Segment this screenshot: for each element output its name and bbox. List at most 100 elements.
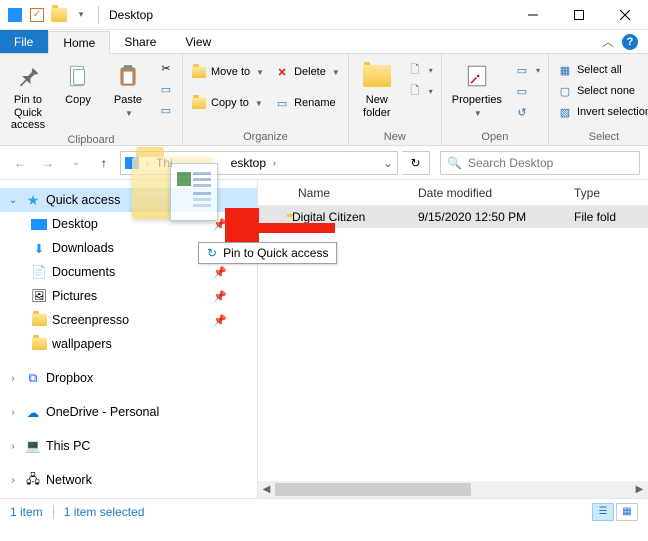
cell-type: File fold [564,210,648,224]
address-bar[interactable]: › Thi xxxxxxx esktop › ⌄ [120,151,398,175]
easy-access-button[interactable]: 🗋▾ [403,81,437,101]
details-view-button[interactable]: ☰ [592,503,614,521]
address-seg-desktop[interactable]: esktop [227,152,270,174]
expand-icon[interactable]: › [6,407,20,418]
folder-icon [30,312,48,328]
new-folder-button[interactable]: New folder [353,56,401,119]
tree-wallpapers[interactable]: wallpapers [0,332,257,356]
new-item-button[interactable]: 🗋▾ [403,60,437,80]
paste-shortcut-button[interactable]: ▭ [154,100,178,120]
expand-icon[interactable]: ⌄ [6,195,20,206]
move-to-icon [191,64,207,80]
tree-screenpresso[interactable]: Screenpresso 📌 [0,308,257,332]
move-to-button[interactable]: Move to▼ [187,62,268,82]
file-row[interactable]: Digital Citizen 9/15/2020 12:50 PM File … [258,206,648,228]
tab-home[interactable]: Home [48,31,110,54]
history-button[interactable]: ↺ [510,102,544,122]
edit-icon: ▭ [514,83,530,99]
tree-desktop[interactable]: Desktop 📌 [0,212,257,236]
content-pane[interactable]: Name Date modified Type Digital Citizen … [258,180,648,498]
horizontal-scrollbar[interactable]: ◀ ▶ [258,481,648,498]
documents-icon: 📄 [30,264,48,280]
copy-button[interactable]: Copy [54,56,102,107]
recent-dropdown[interactable]: ⌄ [64,151,88,175]
onedrive-icon: ☁ [24,404,42,420]
back-button[interactable]: ← [8,151,32,175]
invert-selection-button[interactable]: ▧Invert selection [553,102,648,122]
tree-onedrive[interactable]: › ☁ OneDrive - Personal [0,400,257,424]
collapse-ribbon-icon[interactable]: ︿ [602,33,614,50]
pinned-icon: 📌 [213,314,227,327]
qat-folder-icon[interactable] [50,6,68,24]
group-clipboard: Pin to Quick access Copy Paste ▼ ✂ ▭ ▭ C… [0,54,183,145]
ribbon: Pin to Quick access Copy Paste ▼ ✂ ▭ ▭ C… [0,54,648,146]
search-box[interactable]: 🔍 Search Desktop [440,151,640,175]
maximize-button[interactable] [556,0,602,30]
quick-access-toolbar: ✓ ▾ Desktop [0,6,159,24]
select-none-button[interactable]: ▢Select none [553,81,648,101]
cut-button[interactable]: ✂ [154,58,178,78]
address-seg-thispc[interactable]: Thi [152,152,177,174]
expand-icon[interactable]: › [6,373,20,384]
forward-button[interactable]: → [36,151,60,175]
tree-pictures[interactable]: 🖼 Pictures 📌 [0,284,257,308]
invert-selection-icon: ▧ [557,104,573,120]
window-controls [510,0,648,30]
desktop-icon [30,216,48,232]
tree-network[interactable]: › 🖧 Network [0,468,257,492]
close-button[interactable] [602,0,648,30]
edit-button[interactable]: ▭ [510,81,544,101]
delete-button[interactable]: ✕ Delete▼ [270,62,344,82]
group-clipboard-label: Clipboard [4,132,178,148]
paste-label: Paste [114,94,142,107]
chevron-right-icon[interactable]: › [143,158,152,168]
group-organize-label: Organize [187,129,344,145]
tab-view[interactable]: View [171,30,226,53]
link-icon: ↻ [207,246,217,260]
search-placeholder: Search Desktop [468,156,553,170]
nav-row: ← → ⌄ ↑ › Thi xxxxxxx esktop › ⌄ ↻ 🔍 Sea… [0,146,648,180]
divider [53,505,54,519]
tree-quick-access[interactable]: ⌄ ★ Quick access [0,188,257,212]
open-button[interactable]: ▭▾ [510,60,544,80]
scroll-track[interactable] [275,481,631,498]
thumbnails-view-button[interactable]: ▦ [616,503,638,521]
tab-share[interactable]: Share [110,30,171,53]
expand-icon[interactable]: › [6,441,20,452]
main-area: ⌄ ★ Quick access Desktop 📌 ⬇ Downloads 📌… [0,180,648,498]
scroll-left-button[interactable]: ◀ [258,481,275,498]
paste-button[interactable]: Paste ▼ [104,56,152,118]
new-item-icon: 🗋 [407,62,423,78]
help-icon[interactable]: ? [622,34,638,50]
pin-to-quick-access-button[interactable]: Pin to Quick access [4,56,52,132]
column-name[interactable]: Name [258,186,408,200]
qat-dropdown-icon[interactable]: ▾ [72,6,90,24]
navigation-pane[interactable]: ⌄ ★ Quick access Desktop 📌 ⬇ Downloads 📌… [0,180,258,498]
expand-icon[interactable]: › [6,475,20,486]
copy-to-button[interactable]: Copy to▼ [187,93,268,113]
select-all-button[interactable]: ▦Select all [553,60,648,80]
window-title: Desktop [107,8,153,22]
properties-button[interactable]: Properties▼ [446,56,508,118]
tab-file[interactable]: File [0,30,48,53]
folder-icon [30,336,48,352]
column-headers[interactable]: Name Date modified Type [258,180,648,206]
minimize-button[interactable] [510,0,556,30]
rename-button[interactable]: ▭ Rename [270,93,344,113]
tree-dropbox[interactable]: › ⧉ Dropbox [0,366,257,390]
qat-properties-icon[interactable]: ✓ [28,6,46,24]
chevron-right-icon[interactable]: › [270,158,279,168]
column-type[interactable]: Type [564,186,648,200]
scroll-right-button[interactable]: ▶ [631,481,648,498]
column-date[interactable]: Date modified [408,186,564,200]
refresh-button[interactable]: ↻ [402,151,430,175]
up-button[interactable]: ↑ [92,151,116,175]
tree-thispc[interactable]: › 💻 This PC [0,434,257,458]
address-dropdown[interactable]: ⌄ [379,152,397,174]
copy-path-button[interactable]: ▭ [154,79,178,99]
divider [98,6,99,24]
status-selected: 1 item selected [64,505,145,519]
title-bar: ✓ ▾ Desktop [0,0,648,30]
pinned-icon: 📌 [213,290,227,303]
scroll-thumb[interactable] [275,483,471,496]
